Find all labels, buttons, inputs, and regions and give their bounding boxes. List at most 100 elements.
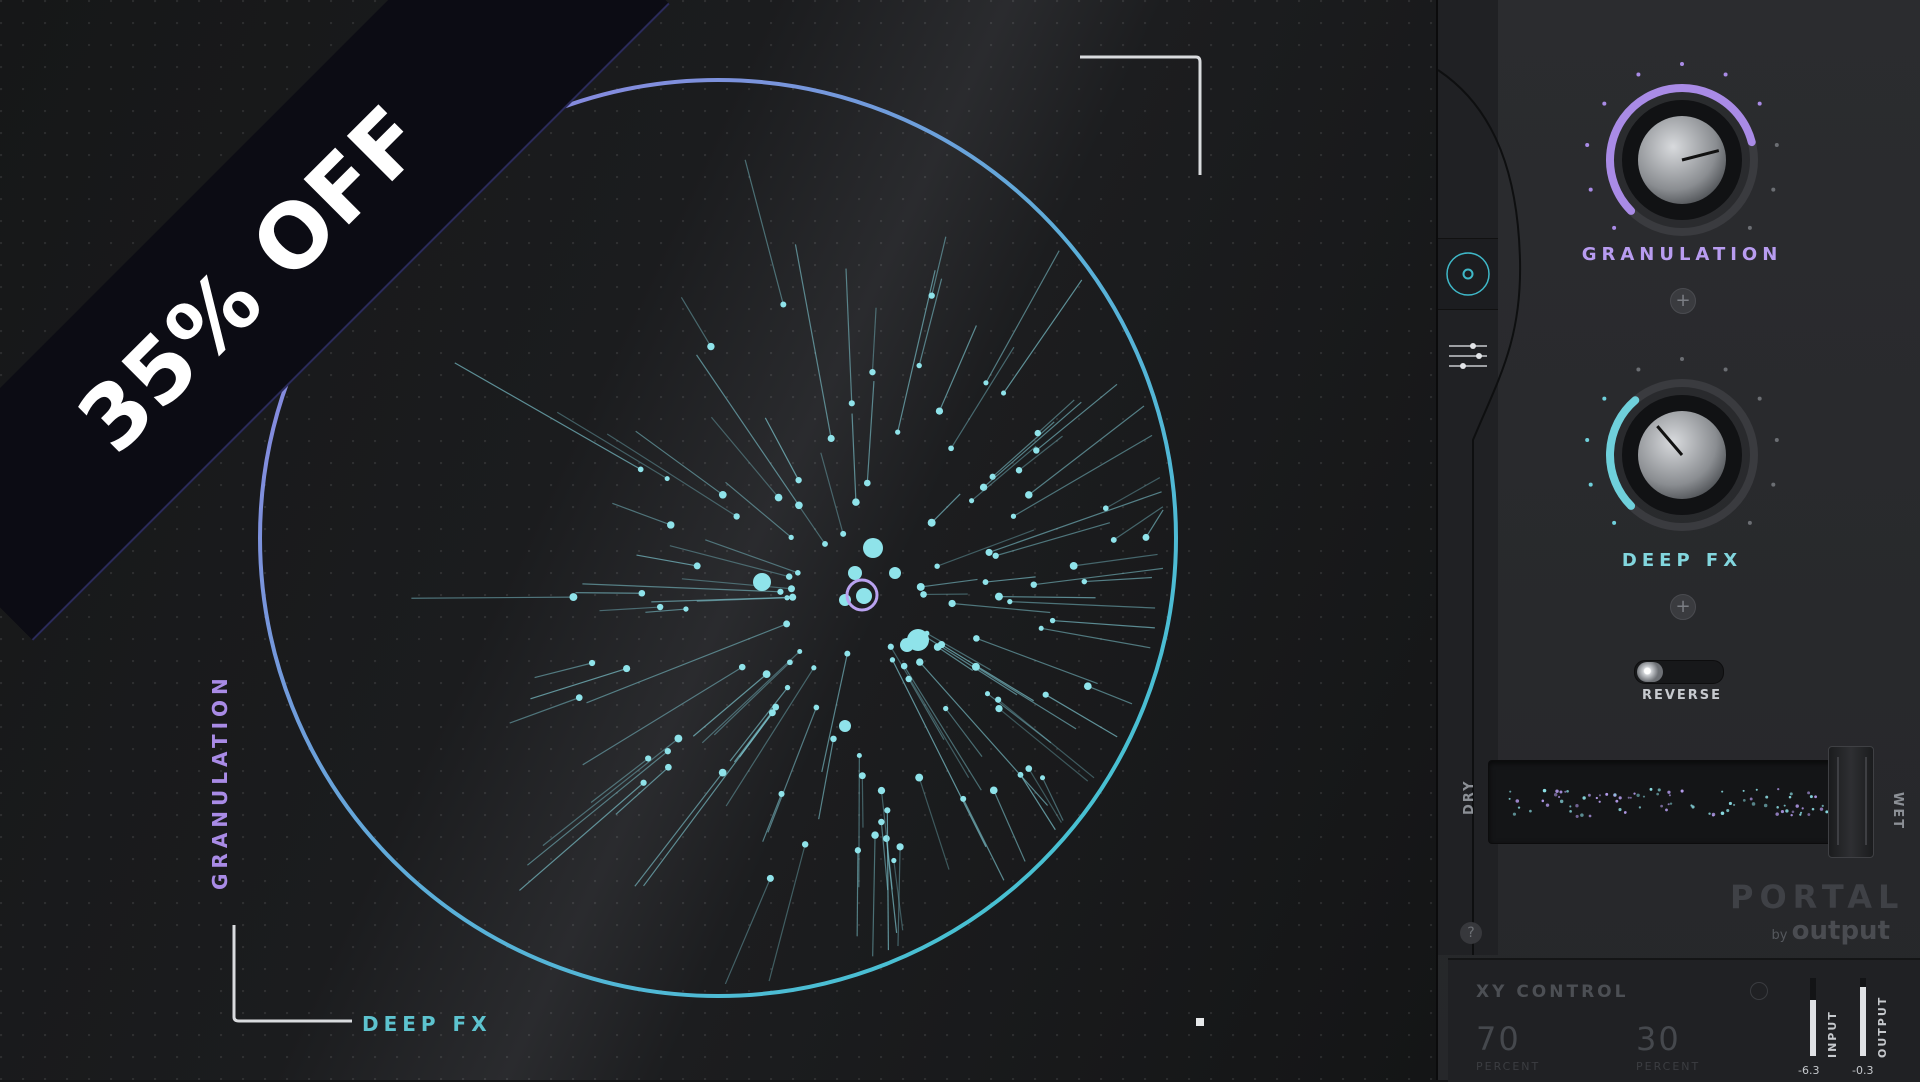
xy-display[interactable]: GRANULATION DEEP FX	[0, 0, 1436, 1080]
particle-streak	[411, 597, 573, 598]
particle-dot	[936, 407, 943, 414]
particle-streak	[557, 412, 667, 478]
particle-streak	[527, 751, 667, 865]
particle-streak	[986, 577, 1036, 582]
particle-dot	[789, 594, 796, 601]
knob-tick	[1724, 72, 1728, 76]
dry-wet-slider-handle[interactable]	[1828, 746, 1874, 858]
mix-particle	[1814, 795, 1817, 798]
mix-particle	[1542, 800, 1545, 803]
particle-dot	[828, 435, 835, 442]
info-icon[interactable]	[1750, 982, 1768, 1000]
mix-particle	[1743, 799, 1746, 802]
granulation-axis-label: GRANULATION	[208, 690, 238, 890]
mix-particle	[1789, 796, 1792, 799]
particle-dot	[934, 643, 942, 651]
tab-mixer-view[interactable]	[1438, 322, 1498, 392]
knob-tick	[1771, 188, 1775, 192]
particle-streak	[702, 651, 799, 742]
mix-particle	[1775, 812, 1779, 816]
reverse-toggle-thumb[interactable]	[1637, 662, 1663, 682]
granulation-label: GRANULATION	[1562, 244, 1802, 265]
particle-dot	[822, 541, 828, 547]
xy-value-deepfx[interactable]: 30	[1636, 1020, 1681, 1058]
particle-dot	[883, 835, 890, 842]
particle-streak	[986, 251, 1059, 383]
mix-particle	[1660, 805, 1663, 808]
reverse-label: REVERSE	[1634, 688, 1730, 703]
particle-dot	[1001, 391, 1006, 396]
mix-particle	[1589, 815, 1592, 818]
particle-streak	[1088, 686, 1132, 704]
particle-dot	[878, 787, 885, 794]
granulation-add-button[interactable]: +	[1670, 288, 1696, 314]
granulation-knob[interactable]	[1572, 50, 1792, 270]
particle-dot	[896, 843, 903, 850]
particle-dot	[814, 705, 820, 711]
knob-tick	[1636, 72, 1640, 76]
particle-streak	[932, 237, 946, 296]
particle-dot	[900, 638, 914, 652]
mix-particle	[1777, 788, 1779, 790]
knob-tick	[1585, 438, 1589, 442]
mix-particle	[1726, 809, 1729, 812]
particle-streak	[999, 709, 1088, 782]
mix-particle	[1588, 794, 1591, 797]
particle-streak	[510, 698, 580, 723]
particle-streak	[932, 494, 961, 523]
mix-particle	[1790, 814, 1792, 816]
particle-streak	[636, 555, 697, 566]
mix-particle	[1765, 796, 1768, 799]
particle-dot	[878, 819, 884, 825]
particle-streak	[765, 418, 798, 480]
deepfx-knob[interactable]	[1572, 345, 1792, 565]
xy-origin-marker	[1196, 1018, 1204, 1026]
mix-particle	[1618, 808, 1621, 811]
mix-particle	[1575, 804, 1578, 807]
input-meter-fill	[1810, 1000, 1816, 1056]
particle-dot	[1143, 534, 1150, 541]
particle-streak	[939, 326, 976, 412]
particle-dot	[969, 498, 974, 503]
reverse-toggle[interactable]	[1634, 660, 1724, 684]
particle-dot	[783, 620, 790, 627]
xy-pad[interactable]	[0, 0, 1436, 1080]
mix-particle	[1712, 813, 1716, 817]
particle-streak	[636, 431, 723, 495]
particle-dot	[780, 302, 786, 308]
particle-dot	[848, 566, 862, 580]
dry-wet-slider-track[interactable]	[1488, 760, 1870, 844]
particle-dot	[739, 664, 746, 671]
particle-streak	[1084, 578, 1152, 582]
mix-particle	[1743, 790, 1745, 792]
mix-particle	[1615, 800, 1618, 803]
mix-particle	[1596, 797, 1598, 799]
particle-dot	[871, 831, 879, 839]
granulation-knob-graphic[interactable]	[1572, 50, 1792, 270]
question-icon[interactable]: ?	[1460, 922, 1482, 944]
mix-particle	[1764, 804, 1768, 808]
knob-tick	[1585, 143, 1589, 147]
particle-streak	[1106, 478, 1160, 509]
deepfx-add-button[interactable]: +	[1670, 594, 1696, 620]
particle-streak	[952, 603, 1050, 612]
particle-dot	[895, 429, 900, 434]
mix-particle	[1546, 803, 1549, 806]
particle-streak	[616, 767, 669, 814]
particle-streak	[651, 597, 792, 602]
particle-dot	[789, 535, 794, 540]
particle-dot	[840, 531, 846, 537]
corner-bracket-top-right	[1080, 57, 1200, 175]
tab-xy-view[interactable]	[1438, 238, 1498, 310]
particle-dot	[797, 649, 802, 654]
mix-particle	[1658, 788, 1661, 791]
deepfx-knob-graphic[interactable]	[1572, 345, 1792, 565]
particle-dot	[943, 706, 948, 711]
mix-particle	[1580, 813, 1584, 817]
xy-control-title: XY CONTROL	[1476, 982, 1628, 1002]
knob-tick	[1748, 226, 1752, 230]
particle-dot	[1039, 626, 1044, 631]
particle-streak	[583, 667, 743, 765]
particle-streak	[711, 417, 778, 497]
xy-value-granulation[interactable]: 70	[1476, 1020, 1521, 1058]
